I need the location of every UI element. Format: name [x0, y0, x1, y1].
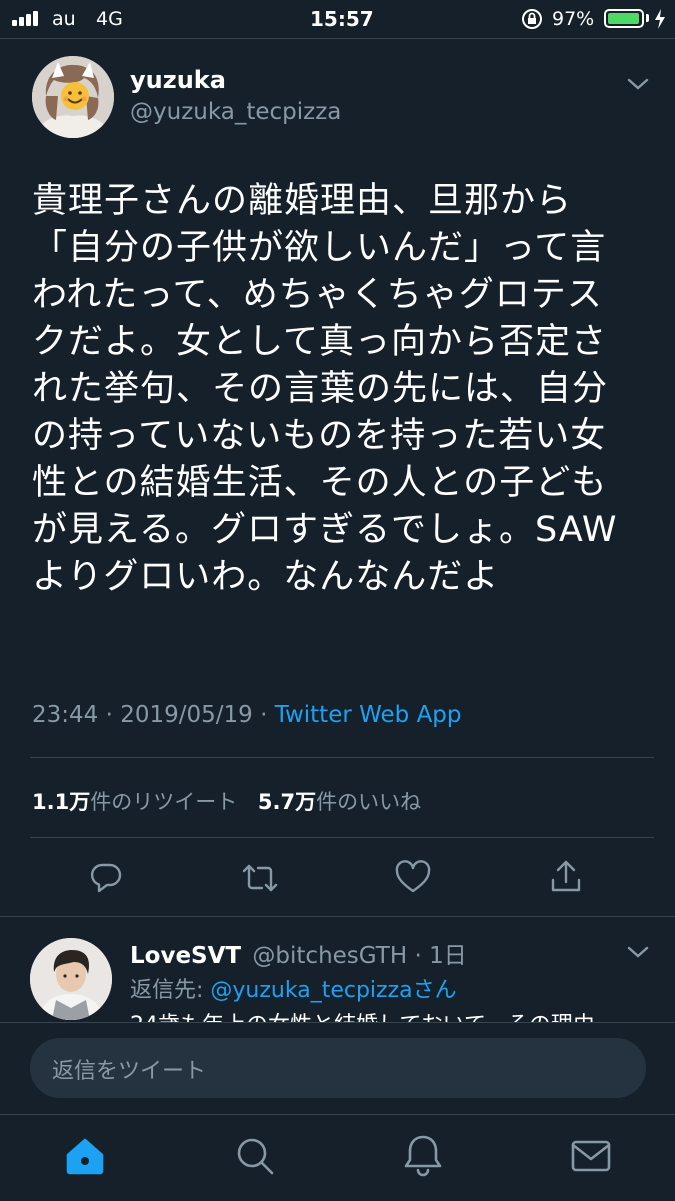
search-icon[interactable]	[234, 1135, 276, 1181]
likes-label: 件のいいね	[316, 790, 422, 814]
tweet-meta: 23:44 · 2019/05/19 · Twitter Web App	[32, 702, 462, 728]
reply-header: LoveSVT @bitchesGTH · 1日	[130, 936, 467, 970]
retweets-stat[interactable]: 1.1万件のリツイート	[32, 790, 244, 814]
clock: 15:57	[310, 7, 374, 31]
home-icon[interactable]	[64, 1135, 106, 1181]
author-handle[interactable]: @yuzuka_tecpizza	[130, 99, 341, 125]
battery-icon	[604, 9, 644, 28]
likes-stat[interactable]: 5.7万件のいいね	[258, 790, 421, 814]
reply-author-avatar[interactable]	[30, 938, 112, 1020]
chevron-down-icon[interactable]	[626, 944, 650, 964]
reply-to-prefix: 返信先:	[130, 978, 211, 1003]
reply-input-placeholder: 返信をツイート	[52, 1059, 207, 1084]
reply-handle-time[interactable]: @bitchesGTH · 1日	[252, 943, 466, 969]
network-label: 4G	[96, 8, 123, 30]
tweet-stats: 1.1万件のリツイート 5.7万件のいいね	[32, 786, 421, 816]
reply-text-clip: 24歳も年上の女性と結婚しておいて、その理由	[130, 1008, 650, 1022]
reply-to-line: 返信先: @yuzuka_tecpizzaさん	[130, 972, 457, 1004]
tweet-text: 貴理子さんの離婚理由、旦那から 「自分の子供が欲しいんだ」って言 われたって、め…	[32, 181, 618, 597]
signal-icon	[12, 10, 44, 26]
retweets-label: 件のリツイート	[90, 790, 238, 814]
tweet-timestamp: 23:44 · 2019/05/19 ·	[32, 702, 275, 728]
carrier-label: au	[52, 8, 76, 30]
reply-to-suffix: さん	[412, 978, 457, 1003]
chevron-down-icon[interactable]	[626, 76, 650, 96]
battery-percent: 97%	[552, 8, 595, 30]
reply-icon[interactable]	[88, 860, 124, 900]
reply-text-preview: 24歳も年上の女性と結婚しておいて、その理由	[130, 1011, 650, 1022]
retweet-icon[interactable]	[240, 860, 280, 900]
rotation-lock-icon	[520, 7, 544, 36]
likes-count: 5.7万	[257, 790, 317, 814]
author-display-name[interactable]: yuzuka	[130, 66, 226, 94]
like-icon[interactable]	[394, 860, 432, 900]
author-avatar[interactable]	[32, 56, 114, 138]
tweet-source-link[interactable]: Twitter Web App	[275, 702, 462, 728]
share-icon[interactable]	[548, 858, 584, 900]
retweets-count: 1.1万	[32, 790, 91, 814]
reply-input[interactable]: 返信をツイート	[30, 1038, 646, 1098]
reply-to-handle[interactable]: @yuzuka_tecpizza	[210, 978, 412, 1003]
messages-icon[interactable]	[570, 1137, 612, 1179]
status-bar: au 4G 15:57 97%	[0, 0, 675, 38]
charging-icon	[654, 8, 666, 35]
reply-display-name[interactable]: LoveSVT	[130, 943, 241, 969]
notifications-icon[interactable]	[402, 1133, 444, 1181]
